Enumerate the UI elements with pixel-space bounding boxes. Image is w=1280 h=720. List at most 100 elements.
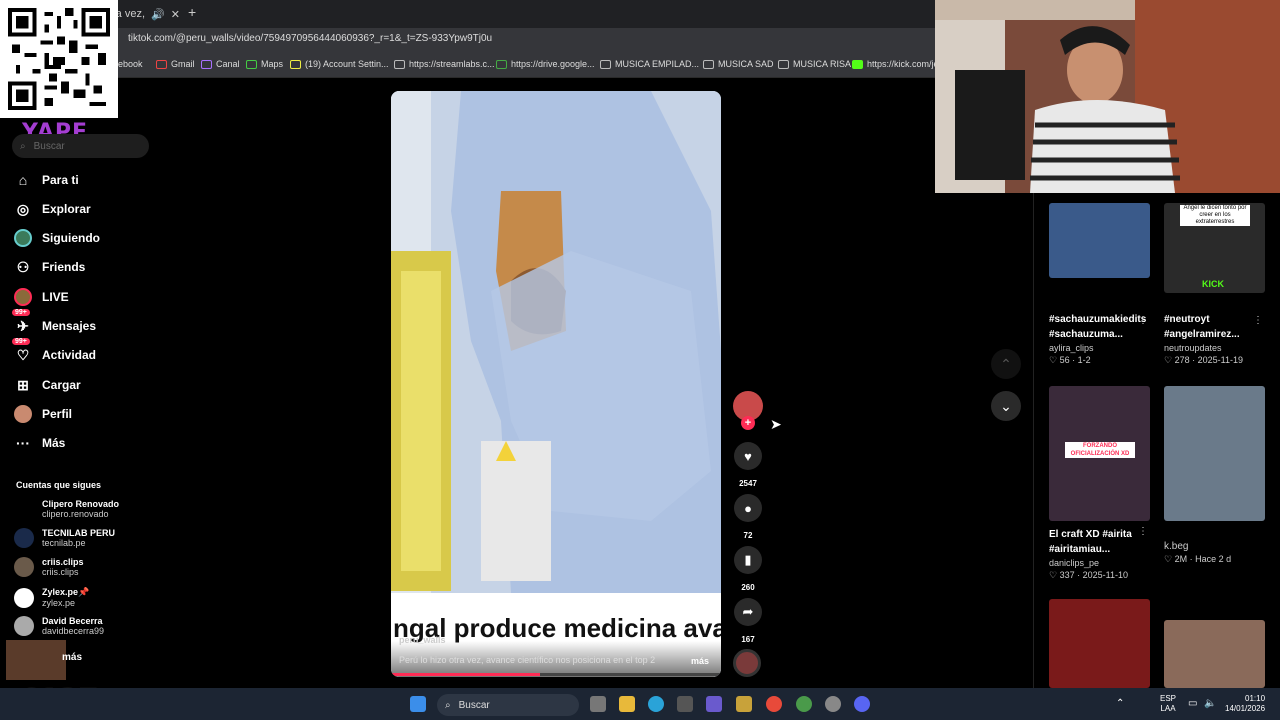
app-icon[interactable] [736,696,752,712]
speaker-icon[interactable]: 🔊 [151,8,165,21]
video-author[interactable]: peru_walls [399,635,446,645]
sidebar-item-para-ti[interactable]: ⌂ Para ti [14,171,79,189]
share-action[interactable]: ➦ 167 [733,598,763,644]
bookmark-item[interactable]: https://streamlabs.c... [394,59,495,69]
video-card-stats: ♡ 2M · Hace 2 d [1164,554,1232,564]
music-disc[interactable] [733,649,761,677]
more-description-link[interactable]: más [691,656,709,666]
video-card[interactable] [1164,620,1265,688]
chevron-down-icon: ⌄ [1000,397,1012,414]
bookmark-item[interactable]: Canal [201,59,240,69]
following-account[interactable]: Zylex.pe📌 zylex.pe [14,587,89,608]
volume-icon[interactable]: 🔈 [1204,698,1216,709]
new-tab-button[interactable]: + [188,4,196,20]
language-indicator[interactable]: ESP LAA [1160,694,1176,714]
comment-action[interactable]: ● 72 [733,494,763,540]
bookmark-item[interactable]: https://drive.google... [496,59,595,69]
kick-icon [852,59,863,69]
video-thumbnail[interactable] [1049,203,1150,278]
search-input[interactable]: ⌕ Buscar [12,134,149,158]
video-card[interactable]: Angel le dicen tonto por creer en los ex… [1164,203,1265,366]
chevron-up-icon: ⌃ [1000,355,1012,372]
copilot-icon[interactable] [706,696,722,712]
previous-video-button[interactable]: ⌃ [991,349,1021,379]
sidebar-item-live[interactable]: LIVE [14,288,69,306]
video-card[interactable]: FORZANDO OFICIALIZACIÓN XD El craft XD #… [1049,386,1150,581]
video-card[interactable] [1049,599,1150,688]
sidebar-item-siguiendo[interactable]: Siguiendo [14,229,100,247]
video-card-user[interactable]: aylira_clips [1049,343,1150,353]
close-tab-icon[interactable]: ✕ [171,8,180,21]
sidebar-item-cargar[interactable]: ⊞ Cargar [14,376,81,394]
video-card-stats: ♡ 56 · 1-2 [1049,355,1091,365]
chrome-icon[interactable] [766,696,782,712]
video-thumbnail[interactable] [1164,386,1265,521]
video-thumbnail[interactable]: Angel le dicen tonto por creer en los ex… [1164,203,1265,293]
more-options-icon[interactable]: ⋮ [1138,315,1148,326]
heart-icon[interactable]: ♥ [734,442,762,470]
bookmark-folder[interactable]: MUSICA EMPILAD... [600,59,699,69]
bookmark-item[interactable]: Gmail [156,59,195,69]
video-frame [391,91,721,593]
video-thumbnail[interactable] [1164,620,1265,688]
more-options-icon[interactable]: ⋮ [1253,315,1263,326]
live-avatar-icon [14,288,32,306]
following-account[interactable]: TECNILAB PERU tecnilab.pe [14,528,115,548]
following-account[interactable]: Clipero Renovado clipero.renovado [14,499,119,519]
tray-chevron-icon[interactable]: ⌃ [1116,698,1124,709]
video-card[interactable]: k.beg ♡ 2M · Hace 2 d [1164,386,1265,565]
folder-icon [600,59,611,69]
sidebar-item-perfil[interactable]: Perfil [14,405,72,423]
follow-plus-icon[interactable]: + [741,416,755,430]
obs-icon[interactable] [825,696,841,712]
bookmark-folder[interactable]: MUSICA RISA [778,59,851,69]
url-field[interactable]: tiktok.com/@peru_walls/video/75949709564… [128,33,492,44]
messages-icon: ✈ 99+ [12,309,32,335]
video-thumbnail[interactable]: FORZANDO OFICIALIZACIÓN XD [1049,386,1150,521]
upload-icon: ⊞ [17,376,29,393]
video-card-stats: ♡ 278 · 2025-11-19 [1164,355,1243,365]
see-more-accounts[interactable]: más [62,652,82,663]
taskbar-search[interactable]: ⌕ Buscar [437,694,579,716]
bookmark-icon[interactable]: ▮ [734,546,762,574]
sidebar-item-mensajes[interactable]: ✈ 99+ Mensajes [12,309,96,335]
comment-icon[interactable]: ● [734,494,762,522]
video-card-user[interactable]: daniclips_pe [1049,558,1150,568]
sidebar-item-actividad[interactable]: ♡ 99+ Actividad [12,338,96,364]
clock[interactable]: 01:10 14/01/2026 [1225,694,1265,714]
sidebar-item-friends[interactable]: ⚇ Friends [14,258,86,276]
bookmark-item[interactable]: Maps [246,59,283,69]
next-video-button[interactable]: ⌄ [991,391,1021,421]
chrome-active-icon[interactable] [796,696,812,712]
sidebar-item-mas[interactable]: ··· Más [14,434,65,452]
video-player[interactable]: ngal produce medicina avanz peru_walls P… [391,91,721,677]
bookmark-item[interactable]: https://kick.com/jef [852,59,941,69]
gmail-icon [156,59,167,69]
share-icon[interactable]: ➦ [734,598,762,626]
bookmark-item[interactable]: ebook [118,59,143,69]
save-action[interactable]: ▮ 260 [733,546,763,592]
messages-badge: 99+ [12,309,30,316]
file-explorer-icon[interactable] [619,696,635,712]
task-view-icon[interactable] [590,696,606,712]
more-options-icon[interactable]: ⋮ [1138,526,1148,537]
video-thumbnail[interactable] [1049,599,1150,688]
like-action[interactable]: ♥ 2547 [733,442,763,488]
discord-icon[interactable] [854,696,870,712]
avatar [14,528,34,548]
following-account[interactable]: David Becerra davidbecerra99 [14,616,104,636]
network-icon[interactable]: ▭ [1188,698,1197,709]
store-icon[interactable] [677,696,693,712]
sidebar-item-explorar[interactable]: ◎ Explorar [14,200,91,218]
qr-code [0,0,118,118]
following-account[interactable]: criis.clips criis.clips [14,557,84,577]
friends-icon: ⚇ [16,258,30,275]
browser-tab[interactable]: ra vez, 🔊 ✕ [112,4,184,24]
video-card[interactable]: #sachauzumakiedits #sachauzuma... aylira… [1049,203,1150,366]
windows-start-icon[interactable] [410,696,426,712]
video-card-user[interactable]: k.beg [1164,541,1265,552]
bookmark-folder[interactable]: MUSICA SAD [703,59,774,69]
bookmark-item[interactable]: (19) Account Settin... [290,59,389,69]
edge-icon[interactable] [648,696,664,712]
video-card-user[interactable]: neutroupdates [1164,343,1265,353]
